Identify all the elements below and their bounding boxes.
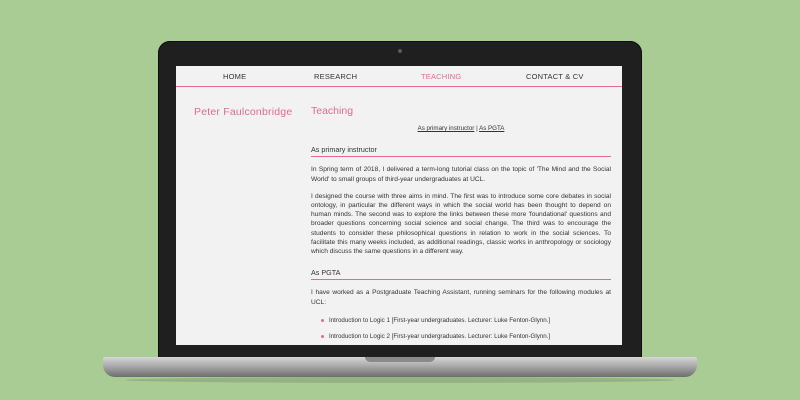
laptop-lid: HOME RESEARCH TEACHING CONTACT & CV Pete… bbox=[158, 41, 642, 359]
bullet-icon bbox=[321, 335, 324, 339]
page-title: Teaching bbox=[311, 105, 354, 117]
module-2-text: Introduction to Logic 2 [First-year unde… bbox=[329, 332, 551, 340]
list-item: Introduction to Logic 1 [First-year unde… bbox=[321, 317, 611, 325]
module-1-text: Introduction to Logic 1 [First-year unde… bbox=[329, 316, 551, 324]
pgta-module-list: Introduction to Logic 1 [First-year unde… bbox=[311, 317, 611, 341]
camera-icon bbox=[398, 49, 402, 53]
nav-home[interactable]: HOME bbox=[223, 72, 246, 81]
section-links-separator: | bbox=[476, 125, 478, 132]
main-content: Teaching As primary instructor | As PGTA… bbox=[311, 104, 611, 345]
laptop-base-notch bbox=[365, 357, 435, 362]
site-owner-name[interactable]: Peter Faulconbridge bbox=[194, 106, 292, 118]
top-navigation: HOME RESEARCH TEACHING CONTACT & CV bbox=[176, 66, 622, 87]
laptop-screen: HOME RESEARCH TEACHING CONTACT & CV Pete… bbox=[176, 66, 622, 345]
paragraph-primary-2: I designed the course with three aims in… bbox=[311, 192, 611, 256]
laptop-base bbox=[103, 357, 697, 377]
heading-primary-instructor: As primary instructor bbox=[311, 145, 611, 158]
nav-contact-cv[interactable]: CONTACT & CV bbox=[526, 72, 584, 81]
laptop-shadow bbox=[125, 377, 675, 383]
bullet-icon bbox=[321, 319, 324, 323]
heading-pgta: As PGTA bbox=[311, 268, 611, 281]
nav-teaching[interactable]: TEACHING bbox=[421, 72, 461, 81]
section-links: As primary instructor | As PGTA bbox=[311, 124, 611, 133]
nav-research[interactable]: RESEARCH bbox=[314, 72, 357, 81]
paragraph-pgta-intro: I have worked as a Postgraduate Teaching… bbox=[311, 289, 611, 306]
link-pgta[interactable]: As PGTA bbox=[479, 125, 504, 132]
link-primary-instructor[interactable]: As primary instructor bbox=[418, 125, 475, 132]
paragraph-primary-1: In Spring term of 2018, I delivered a te… bbox=[311, 166, 611, 183]
list-item: Introduction to Logic 2 [First-year unde… bbox=[321, 333, 611, 341]
